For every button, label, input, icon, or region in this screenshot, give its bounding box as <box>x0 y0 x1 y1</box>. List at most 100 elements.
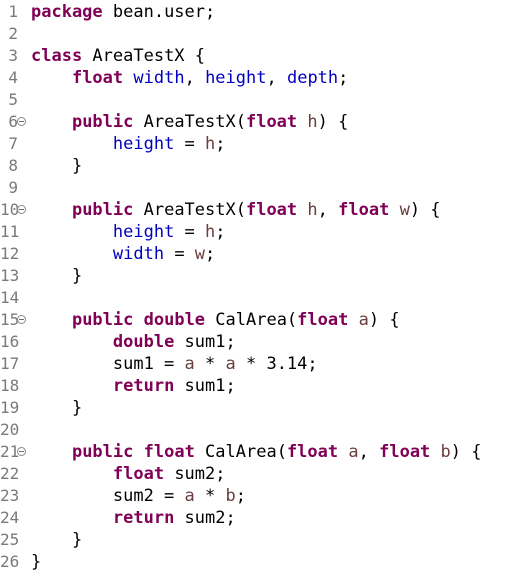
code-token: ) { <box>450 442 482 462</box>
code-token: } <box>31 398 83 418</box>
code-line[interactable]: 12 width = w; <box>0 243 508 265</box>
code-token: ; <box>338 68 349 88</box>
code-line[interactable]: 25 } <box>0 529 508 551</box>
keyword-token: return <box>112 508 175 528</box>
code-line[interactable]: 18 return sum1; <box>0 375 508 397</box>
parameter-token: w <box>399 200 410 220</box>
code-line[interactable]: 5 <box>0 89 508 111</box>
code-content: height = h; <box>31 133 226 155</box>
parameter-token: a <box>184 486 195 506</box>
line-number: 17 <box>0 354 20 373</box>
code-content: sum2 = a * b; <box>31 485 246 507</box>
keyword-token: float <box>143 442 195 462</box>
collapse-icon[interactable] <box>17 315 26 324</box>
code-token: , <box>358 442 380 462</box>
code-line[interactable]: 20 <box>0 419 508 441</box>
collapse-icon[interactable] <box>17 447 26 456</box>
keyword-token: public <box>71 442 134 462</box>
code-line[interactable]: 2 <box>0 23 508 45</box>
code-line[interactable]: 16 double sum1; <box>0 331 508 353</box>
code-line[interactable]: 11 height = h; <box>0 221 508 243</box>
line-number: 23 <box>0 486 20 505</box>
parameter-token: b <box>225 486 236 506</box>
collapse-icon[interactable] <box>17 117 26 126</box>
parameter-token: a <box>348 442 359 462</box>
line-number: 20 <box>0 420 20 439</box>
code-content: sum1 = a * a * 3.14; <box>31 353 318 375</box>
code-token: , <box>184 68 206 88</box>
code-content: return sum2; <box>31 507 236 529</box>
code-content: } <box>31 397 82 419</box>
keyword-token: float <box>71 68 124 88</box>
code-line[interactable]: 8 } <box>0 155 508 177</box>
line-number: 8 <box>8 156 18 175</box>
code-token: ; <box>205 244 216 264</box>
line-number: 10 <box>0 200 20 219</box>
keyword-token: float <box>297 310 349 330</box>
line-number: 26 <box>0 552 20 571</box>
code-token: ) { <box>317 112 349 132</box>
field-token: depth <box>286 68 339 88</box>
code-line[interactable]: 21 public float CalArea(float a, float b… <box>0 441 508 463</box>
code-token: sum2 = <box>31 486 185 506</box>
code-content: package bean.user; <box>31 1 215 23</box>
code-line[interactable]: 26} <box>0 551 508 573</box>
code-line[interactable]: 7 height = h; <box>0 133 508 155</box>
line-number: 25 <box>0 530 20 549</box>
code-line[interactable]: 1 package bean.user; <box>0 1 508 23</box>
code-line[interactable]: 24 return sum2; <box>0 507 508 529</box>
code-line[interactable]: 10 public AreaTestX(float h, float w) { <box>0 199 508 221</box>
code-editor[interactable]: 1 package bean.user; 2 3 class AreaTestX {4 … <box>0 0 508 573</box>
parameter-token: a <box>225 354 236 374</box>
code-line[interactable]: 13 } <box>0 265 508 287</box>
code-token: ) { <box>409 200 441 220</box>
code-content: double sum1; <box>31 331 236 353</box>
code-line[interactable]: 17 sum1 = a * a * 3.14; <box>0 353 508 375</box>
line-number: 5 <box>8 90 18 109</box>
code-token: = <box>164 244 195 264</box>
code-token: ; <box>235 486 246 506</box>
field-token: width <box>112 244 165 264</box>
code-line[interactable]: 3 class AreaTestX { <box>0 45 508 67</box>
code-token: ; <box>215 222 226 242</box>
field-token: height <box>205 68 267 88</box>
code-line[interactable]: 23 sum2 = a * b; <box>0 485 508 507</box>
code-line[interactable]: 9 <box>0 177 508 199</box>
code-token: sum2; <box>174 508 236 528</box>
code-token: * <box>194 486 226 506</box>
parameter-token: a <box>184 354 195 374</box>
parameter-token: h <box>205 134 216 154</box>
collapse-icon[interactable] <box>17 205 26 214</box>
code-content: float sum2; <box>31 463 226 485</box>
code-line[interactable]: 14 <box>0 287 508 309</box>
keyword-token: double <box>112 332 175 352</box>
field-token: height <box>112 222 175 242</box>
code-line[interactable]: 22 float sum2; <box>0 463 508 485</box>
code-line[interactable]: 19 } <box>0 397 508 419</box>
field-token: width <box>133 68 185 88</box>
line-number: 2 <box>8 24 18 43</box>
code-content: } <box>31 529 82 551</box>
line-number: 15 <box>0 310 20 329</box>
code-line[interactable]: 15 public double CalArea(float a) { <box>0 309 508 331</box>
code-token: * 3.14; <box>235 354 318 374</box>
line-number: 6 <box>8 112 18 131</box>
code-line[interactable]: 4 float width, height, depth; <box>0 67 508 89</box>
code-token: sum1; <box>174 332 236 352</box>
code-token: AreaTestX( <box>133 200 246 220</box>
line-number: 18 <box>0 376 20 395</box>
keyword-token: double <box>143 310 206 330</box>
line-number: 7 <box>8 134 18 153</box>
code-line[interactable]: 6 public AreaTestX(float h) { <box>0 111 508 133</box>
